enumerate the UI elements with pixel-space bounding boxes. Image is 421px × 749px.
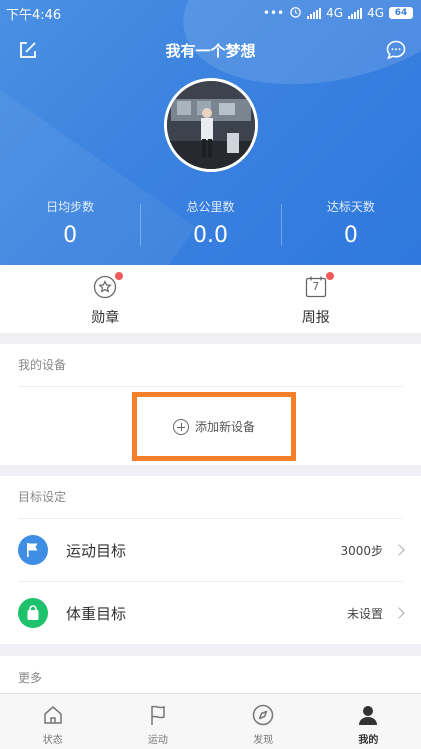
exercise-goal-row[interactable]: 运动目标 3000步 — [0, 519, 421, 581]
tab-discover[interactable]: 发现 — [211, 694, 316, 749]
stat-label: 日均步数 — [46, 200, 95, 214]
flag-outline-icon — [147, 704, 169, 726]
stat-value: 0.0 — [192, 223, 228, 248]
stat-value: 0 — [63, 223, 78, 248]
compass-icon — [252, 704, 274, 726]
profile-header: 下午4:46 ••• 4G 4G 64 我有一个梦想 日均步数 0 总公里数 0… — [0, 0, 421, 265]
plus-circle-icon — [172, 418, 189, 435]
more-section: 更多 — [0, 656, 421, 696]
flag-icon — [18, 535, 48, 565]
medal-icon — [93, 272, 124, 299]
stat-label: 总公里数 — [186, 200, 235, 214]
stat-label: 达标天数 — [326, 200, 375, 214]
section-title: 目标设定 — [18, 490, 67, 504]
dots-icon: ••• — [262, 6, 285, 20]
battery-icon: 64 — [389, 7, 413, 19]
tab-bar: 状态 运动 发现 我的 — [0, 693, 421, 749]
status-bar: 下午4:46 ••• 4G 4G 64 — [0, 0, 421, 26]
medal-label: 勋章 — [91, 310, 120, 326]
goal-value: 未设置 — [346, 606, 383, 621]
notification-dot — [325, 272, 334, 280]
weekly-report-button[interactable]: 7 周报 — [211, 265, 421, 333]
devices-section: 我的设备 添加新设备 — [0, 344, 421, 465]
edit-icon[interactable] — [18, 40, 40, 62]
add-device-button[interactable]: 添加新设备 — [132, 392, 296, 461]
stat-value: 0 — [343, 223, 358, 248]
network-label: 4G — [367, 6, 384, 20]
tab-exercise[interactable]: 运动 — [105, 694, 210, 749]
calendar-day: 7 — [312, 280, 320, 293]
home-icon — [42, 704, 64, 726]
tab-status[interactable]: 状态 — [0, 694, 105, 749]
goals-section: 目标设定 运动目标 3000步 体重目标 未设置 — [0, 476, 421, 644]
stat-goal-days: 达标天数 0 — [280, 198, 421, 258]
stat-total-km: 总公里数 0.0 — [140, 198, 280, 258]
status-time: 下午4:46 — [6, 7, 62, 23]
weekly-report-label: 周报 — [301, 310, 330, 326]
network-label: 4G — [326, 6, 344, 20]
tab-label: 运动 — [147, 735, 168, 746]
tab-label: 我的 — [358, 735, 379, 746]
medal-button[interactable]: 勋章 — [0, 265, 211, 333]
person-icon — [357, 704, 379, 726]
stat-daily-steps: 日均步数 0 — [0, 198, 140, 258]
goal-label: 运动目标 — [66, 541, 127, 560]
alarm-icon — [289, 5, 302, 21]
quick-actions: 勋章 7 周报 — [0, 265, 421, 333]
tab-label: 状态 — [42, 735, 63, 746]
add-device-label: 添加新设备 — [194, 420, 255, 434]
goal-label: 体重目标 — [66, 604, 127, 623]
chevron-right-icon — [393, 544, 405, 556]
notification-dot — [115, 272, 124, 280]
message-icon[interactable] — [385, 39, 407, 61]
tab-mine[interactable]: 我的 — [316, 694, 421, 749]
avatar[interactable] — [164, 78, 258, 172]
title-bar: 我有一个梦想 — [0, 34, 421, 66]
signal-icon — [307, 7, 322, 19]
bag-icon — [18, 598, 48, 628]
weight-goal-row[interactable]: 体重目标 未设置 — [0, 582, 421, 644]
calendar-icon: 7 — [304, 272, 334, 299]
divider — [18, 386, 403, 387]
goal-value: 3000步 — [340, 543, 383, 558]
tab-label: 发现 — [253, 735, 274, 746]
signal-icon — [348, 7, 363, 19]
section-title: 我的设备 — [18, 358, 67, 372]
stats-row: 日均步数 0 总公里数 0.0 达标天数 0 — [0, 198, 421, 258]
chevron-right-icon — [393, 607, 405, 619]
page-title: 我有一个梦想 — [165, 41, 256, 60]
section-title: 更多 — [18, 671, 43, 685]
